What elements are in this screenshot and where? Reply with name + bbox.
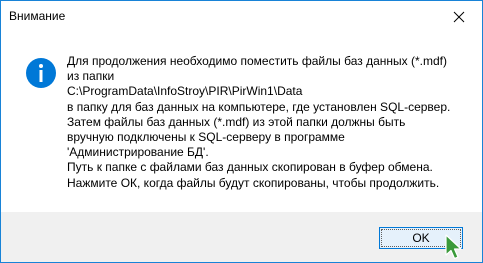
info-icon bbox=[26, 58, 56, 88]
message-line: Нажмите ОК, когда файлы будут скопирован… bbox=[67, 175, 440, 190]
message-text: Для продолжения необходимо поместить фай… bbox=[67, 54, 467, 191]
close-button[interactable] bbox=[436, 1, 482, 32]
message-line: C:\ProgramData\InfoStroy\PIR\PirWin1\Dat… bbox=[67, 84, 303, 99]
button-bar: OK bbox=[1, 212, 482, 262]
mouse-pointer-icon bbox=[445, 234, 462, 260]
message-line: 'Администрирование БД'. bbox=[67, 145, 209, 160]
title-bar[interactable]: Внимание bbox=[1, 1, 482, 32]
message-line: Для продолжения необходимо поместить фай… bbox=[67, 54, 447, 68]
dialog-title: Внимание bbox=[9, 9, 66, 23]
dialog-content: Для продолжения необходимо поместить фай… bbox=[1, 32, 482, 212]
message-line: Путь к папке с файлами баз данных скопир… bbox=[67, 160, 433, 175]
close-icon bbox=[453, 11, 465, 22]
dialog-window: Внимание Для продолжения необходимо поме… bbox=[0, 0, 483, 263]
message-line: Затем файлы баз данных (*.mdf) из этой п… bbox=[67, 114, 406, 129]
message-line: в папку для баз данных на компьютере, гд… bbox=[67, 99, 451, 114]
message-line: из папки bbox=[67, 69, 115, 84]
message-line: вручную подключены к SQL-серверу в прогр… bbox=[67, 130, 345, 145]
